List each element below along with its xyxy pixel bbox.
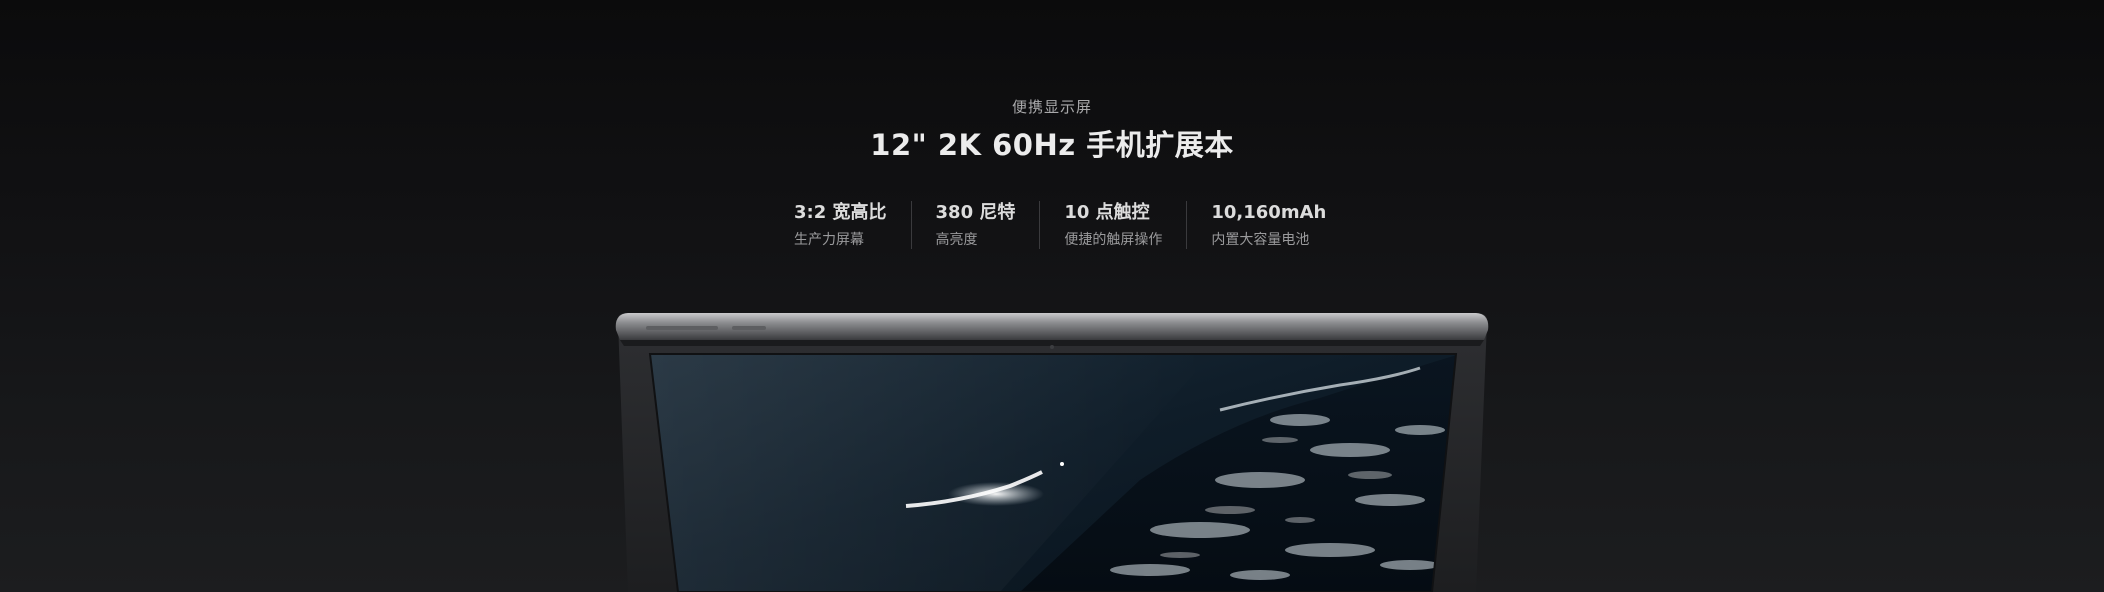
product-hero: 便携显示屏 12" 2K 60Hz 手机扩展本 3:2 宽高比 生产力屏幕 38… [0,0,2104,592]
portable-display-image [615,313,1489,592]
